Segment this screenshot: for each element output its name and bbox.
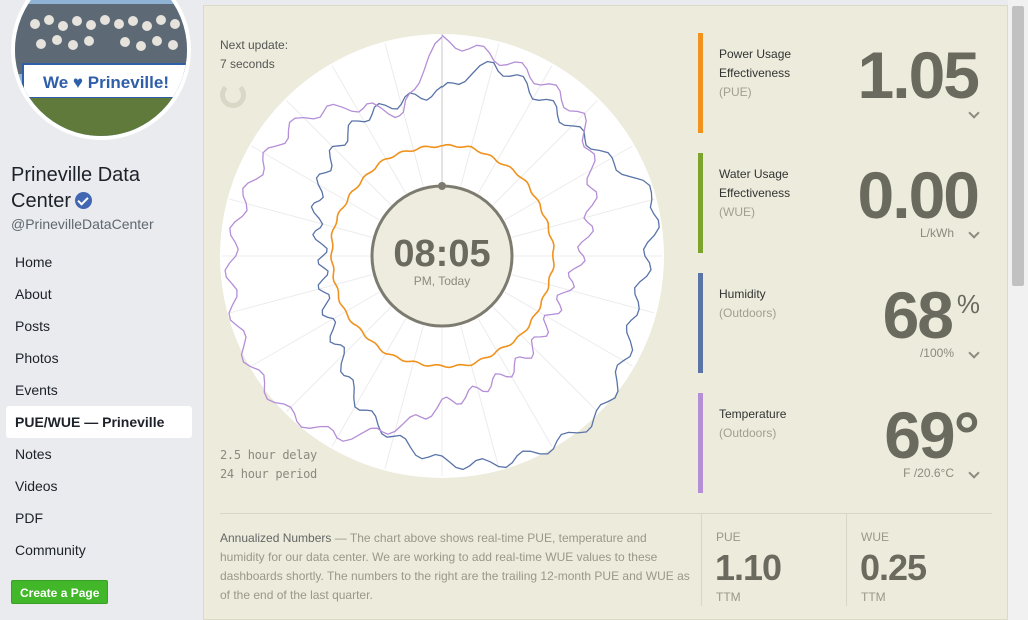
metric-temperature-label-line1: Temperature (719, 407, 787, 421)
nav-item-home[interactable]: Home (6, 246, 192, 278)
metric-wue-label-line2: Effectiveness (719, 186, 791, 200)
page-nav: Home About Posts Photos Events PUE/WUE —… (6, 246, 192, 566)
metric-temperature-value: 69° (884, 398, 980, 472)
metric-humidity-unit: /100% (919, 346, 954, 360)
nav-item-videos[interactable]: Videos (6, 470, 192, 502)
nav-item-photos[interactable]: Photos (6, 342, 192, 374)
ttm-wue: WUE 0.25 TTM (846, 514, 991, 606)
ttm-wue-label: WUE (861, 530, 889, 544)
metric-temperature-color-bar (698, 393, 703, 493)
delay-text: 2.5 hour delay (220, 448, 317, 462)
metric-wue-unit: L/kWh (919, 226, 954, 240)
metric-humidity-label-line1: Humidity (719, 287, 766, 301)
ttm-pue-value: 1.10 (715, 547, 782, 588)
metric-humidity-chevron-down-icon[interactable] (968, 347, 980, 359)
metric-pue-abbr: (PUE) (719, 85, 752, 99)
nav-item-pdf[interactable]: PDF (6, 502, 192, 534)
left-sidebar: We ♥ Prineville! Prineville Data Center … (0, 0, 200, 620)
metric-humidity-value: 68 (882, 278, 954, 352)
dashboard-panel: Next update: 7 seconds 08:05 PM, Today 2… (203, 5, 1008, 620)
metric-humidity-color-bar (698, 273, 703, 373)
metric-temperature-label-line2: (Outdoors) (719, 426, 777, 440)
ttm-pue-label: PUE (716, 530, 741, 544)
page-title[interactable]: Prineville Data Center (11, 162, 191, 214)
metric-humidity-percent: % (956, 289, 980, 319)
ttm-pue: PUE 1.10 TTM (701, 514, 846, 606)
radial-chart: 08:05 PM, Today (220, 34, 664, 478)
annualized-description: Annualized Numbers — The chart above sho… (220, 529, 690, 605)
metric-wue: Water Usage Effectiveness (WUE) 0.00 L/k… (698, 153, 988, 253)
metric-temperature-unit: F /20.6°C (903, 466, 954, 480)
period-text: 24 hour period (220, 467, 317, 481)
nav-item-posts[interactable]: Posts (6, 310, 192, 342)
banner-text: We ♥ Prineville! (43, 73, 169, 92)
page-scrollbar[interactable] (1008, 0, 1028, 620)
clock-time: 08:05 (393, 233, 490, 275)
annualized-heading: Annualized Numbers (220, 531, 332, 545)
metric-pue-label-line2: Effectiveness (719, 66, 791, 80)
metric-wue-label: Water Usage Effectiveness (WUE) (719, 165, 790, 222)
metric-pue: Power Usage Effectiveness (PUE) 1.05 (698, 33, 988, 133)
verified-badge-icon (75, 192, 93, 209)
metric-pue-color-bar (698, 33, 703, 133)
metric-humidity-label-line2: (Outdoors) (719, 306, 777, 320)
metric-pue-label: Power Usage Effectiveness (PUE) (719, 45, 791, 102)
scrollbar-thumb[interactable] (1012, 6, 1024, 286)
ttm-wue-sub: TTM (861, 590, 886, 604)
metric-temperature-label: Temperature (Outdoors) (719, 405, 786, 443)
metric-temperature: Temperature (Outdoors) 69° F /20.6°C (698, 393, 988, 493)
nav-item-events[interactable]: Events (6, 374, 192, 406)
metric-wue-value: 0.00 (857, 158, 980, 232)
create-page-button[interactable]: Create a Page (11, 580, 109, 604)
nav-item-pue-wue[interactable]: PUE/WUE — Prineville (6, 406, 192, 438)
profile-picture[interactable]: We ♥ Prineville! (11, 0, 191, 140)
metric-wue-abbr: (WUE) (719, 205, 755, 219)
nav-item-community[interactable]: Community (6, 534, 192, 566)
delay-info: 2.5 hour delay 24 hour period (220, 446, 317, 484)
metric-humidity: Humidity (Outdoors) 68 % /100% (698, 273, 988, 373)
metric-pue-label-line1: Power Usage (719, 47, 792, 61)
metric-wue-label-line1: Water Usage (719, 167, 789, 181)
ttm-wue-value: 0.25 (860, 547, 927, 588)
profile-photo-illustration: We ♥ Prineville! (15, 0, 187, 136)
clock-subtitle: PM, Today (414, 274, 470, 288)
clock-marker (438, 182, 446, 190)
nav-item-about[interactable]: About (6, 278, 192, 310)
metric-pue-value: 1.05 (857, 38, 980, 112)
page-handle[interactable]: @PrinevilleDataCenter (11, 216, 154, 232)
nav-item-notes[interactable]: Notes (6, 438, 192, 470)
metric-wue-color-bar (698, 153, 703, 253)
metric-humidity-label: Humidity (Outdoors) (719, 285, 776, 323)
ttm-pue-sub: TTM (716, 590, 741, 604)
